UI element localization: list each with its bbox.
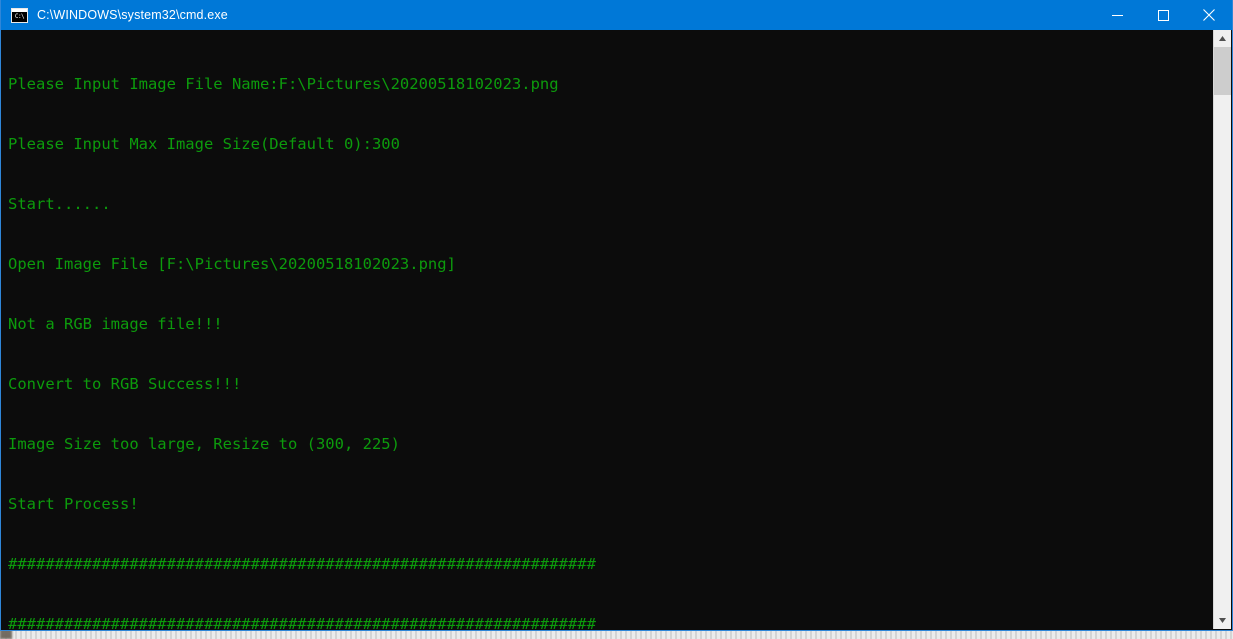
- console-output[interactable]: Please Input Image File Name:F:\Pictures…: [2, 30, 1213, 629]
- console-line: Start......: [8, 195, 111, 213]
- console-line: Please Input Image File Name:F:\Pictures…: [8, 75, 559, 93]
- console-line: Convert to RGB Success!!!: [8, 375, 242, 393]
- console-line: Not a RGB image file!!!: [8, 315, 223, 333]
- console-line: Start Process!: [8, 495, 139, 513]
- scrollbar-track[interactable]: [1214, 47, 1231, 612]
- scroll-down-icon[interactable]: [1214, 612, 1231, 629]
- scroll-up-icon[interactable]: [1214, 30, 1231, 47]
- cmd-console-window: C:\WINDOWS\system32\cmd.exe Please Input…: [0, 0, 1233, 631]
- close-button[interactable]: [1186, 0, 1232, 30]
- window-titlebar[interactable]: C:\WINDOWS\system32\cmd.exe: [1, 0, 1232, 30]
- console-scrollbar[interactable]: [1213, 30, 1231, 629]
- window-title: C:\WINDOWS\system32\cmd.exe: [37, 8, 228, 22]
- console-area: Please Input Image File Name:F:\Pictures…: [2, 30, 1231, 629]
- minimize-button[interactable]: [1094, 0, 1140, 30]
- window-controls: [1094, 0, 1232, 30]
- progress-hash-line: ########################################…: [8, 555, 596, 573]
- scrollbar-thumb[interactable]: [1214, 47, 1231, 95]
- console-line: Please Input Max Image Size(Default 0):3…: [8, 135, 400, 153]
- console-line: Image Size too large, Resize to (300, 22…: [8, 435, 400, 453]
- progress-hash-line: ########################################…: [8, 615, 596, 629]
- maximize-button[interactable]: [1140, 0, 1186, 30]
- cmd-console-icon: [11, 7, 28, 23]
- console-line: Open Image File [F:\Pictures\20200518102…: [8, 255, 456, 273]
